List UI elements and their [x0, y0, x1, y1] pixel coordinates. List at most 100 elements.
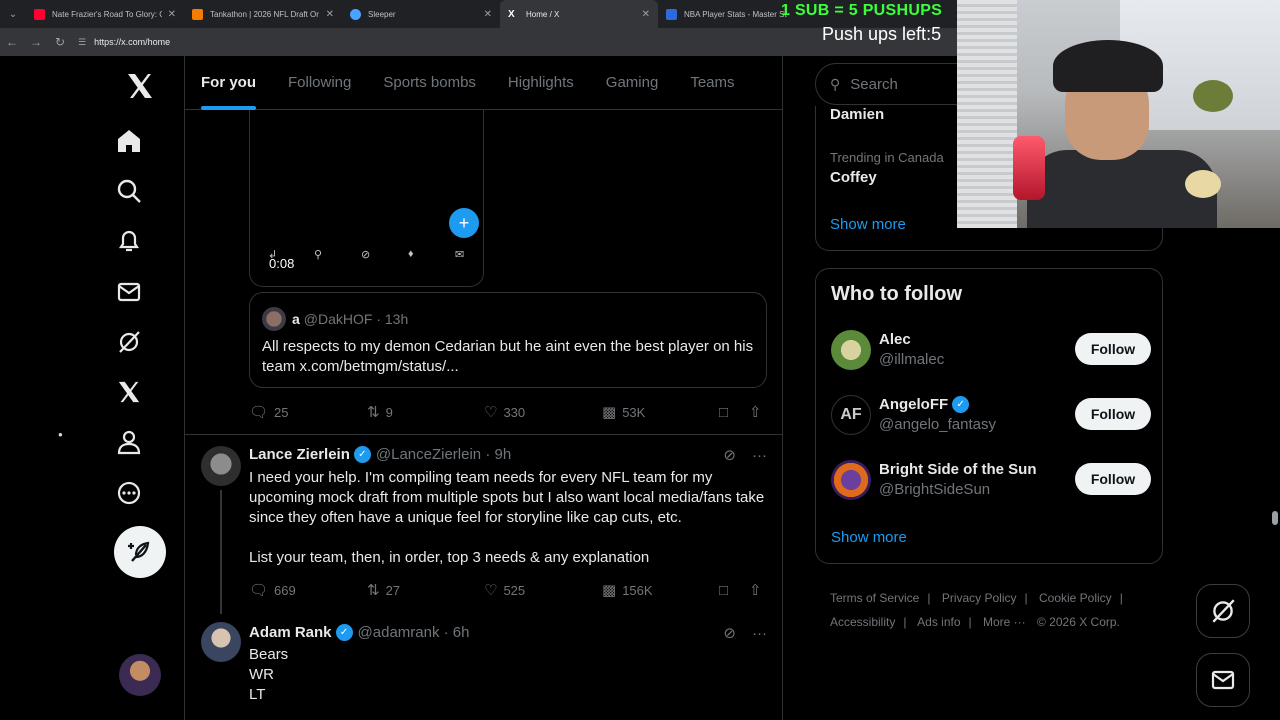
like-button[interactable]: ♡ 330: [484, 403, 525, 421]
more-circle-icon[interactable]: [114, 478, 144, 508]
post-tools: ⊘ ···: [707, 624, 767, 643]
close-tab-icon[interactable]: ✕: [642, 9, 650, 20]
author-handle[interactable]: @adamrank · 6h: [358, 624, 470, 641]
trend-item-name[interactable]: Coffey: [830, 169, 877, 186]
heart-icon: ♡: [484, 582, 498, 599]
share-button[interactable]: ⇧: [749, 581, 768, 599]
follow-button[interactable]: Follow: [1075, 463, 1151, 495]
overlay-sub-goal: 1 SUB = 5 PUSHUPS: [781, 2, 943, 19]
author-name[interactable]: Adam Rank: [249, 624, 332, 641]
tab-for-you[interactable]: For you: [201, 56, 256, 110]
site-info-icon[interactable]: ☰: [78, 37, 86, 48]
repost-count: 27: [385, 582, 401, 598]
forward-icon[interactable]: →: [24, 28, 48, 56]
footer-link-terms[interactable]: Terms of Service: [830, 591, 919, 605]
grok-icon[interactable]: ⊘: [723, 446, 736, 464]
reply-button[interactable]: 🗨 669: [249, 581, 296, 599]
author-handle[interactable]: @LanceZierlein · 9h: [376, 446, 511, 463]
tab-sports-bombs[interactable]: Sports bombs: [383, 56, 476, 110]
repost-button[interactable]: ⇅ 9: [367, 403, 393, 421]
follow-suggestion[interactable]: Bright Side of the Sun @BrightSideSun Fo…: [831, 459, 1151, 503]
avatar[interactable]: [201, 622, 241, 662]
tab-gaming[interactable]: Gaming: [606, 56, 659, 110]
follow-suggestion[interactable]: Alec @illmalec Follow: [831, 329, 1151, 373]
close-tab-icon[interactable]: ✕: [168, 9, 176, 20]
like-button[interactable]: ♡ 525: [484, 581, 525, 599]
more-options-icon[interactable]: ···: [752, 447, 767, 464]
close-tab-icon[interactable]: ✕: [484, 9, 492, 20]
explore-search-icon[interactable]: [114, 176, 144, 206]
views-button[interactable]: ▩ 156K: [602, 581, 653, 599]
view-count: 156K: [622, 582, 653, 598]
quoted-post[interactable]: a @DakHOF · 13h All respects to my demon…: [249, 292, 767, 388]
premium-x-icon[interactable]: [114, 377, 144, 407]
back-icon[interactable]: ←: [0, 28, 24, 56]
browser-tab[interactable]: Tankathon | 2026 NFL Draft Or ✕: [184, 0, 342, 28]
trends-show-more-link[interactable]: Show more: [830, 216, 906, 233]
follow-suggestion[interactable]: AF AngeloFF ✓ @angelo_fantasy Follow: [831, 394, 1151, 438]
grok-icon: ⊘: [361, 249, 371, 261]
avatar: [262, 307, 286, 331]
webcam-person-cap: [1053, 40, 1163, 92]
post-header: Lance Zierlein ✓ @LanceZierlein · 9h: [249, 446, 511, 463]
suggestion-handle: @angelo_fantasy: [879, 416, 996, 433]
who-to-follow-show-more-link[interactable]: Show more: [831, 529, 907, 546]
repost-button[interactable]: ⇅ 27: [367, 581, 400, 599]
grok-icon[interactable]: [114, 327, 144, 357]
browser-tab[interactable]: Nate Frazier's Road To Glory: G ✕: [26, 0, 184, 28]
reply-count: 669: [274, 582, 296, 598]
x-logo-icon[interactable]: [124, 70, 156, 102]
plus-fab-icon: +: [449, 208, 479, 238]
home-icon[interactable]: [114, 126, 144, 156]
grok-float-button[interactable]: [1196, 584, 1250, 638]
reload-icon[interactable]: ↻: [48, 28, 72, 56]
view-count: 53K: [622, 404, 646, 420]
close-tab-icon[interactable]: ✕: [326, 9, 334, 20]
footer-link-privacy[interactable]: Privacy Policy: [942, 591, 1017, 605]
post[interactable]: Adam Rank ✓ @adamrank · 6h ⊘ ··· Bears W…: [185, 612, 782, 720]
quill-plus-icon: [128, 541, 150, 562]
mail-icon: ✉: [455, 249, 465, 261]
overlay-pushups-left: Push ups left:5: [822, 24, 942, 44]
avatar[interactable]: [831, 460, 871, 500]
suggestion-handle: @BrightSideSun: [879, 481, 991, 498]
embedded-video[interactable]: + ↲ 0:08 ⚲ ⊘ ♦ ✉: [249, 110, 484, 287]
compose-post-button[interactable]: [114, 526, 166, 578]
follow-button[interactable]: Follow: [1075, 398, 1151, 430]
messages-envelope-icon[interactable]: [114, 277, 144, 307]
bookmark-button[interactable]: □: [719, 582, 734, 599]
messages-float-button[interactable]: [1196, 653, 1250, 707]
views-button[interactable]: ▩ 53K: [602, 403, 645, 421]
trend-item-name[interactable]: Damien: [830, 106, 884, 123]
profile-icon[interactable]: [114, 427, 144, 457]
reply-count: 25: [274, 404, 289, 420]
avatar[interactable]: [201, 446, 241, 486]
notifications-bell-icon[interactable]: [114, 226, 144, 256]
repost-icon: ⇅: [367, 582, 380, 599]
footer-link-more[interactable]: More ···: [983, 615, 1026, 629]
tab-following[interactable]: Following: [288, 56, 351, 110]
browser-tab[interactable]: Sleeper ✕: [342, 0, 500, 28]
tab-teams[interactable]: Teams: [690, 56, 734, 110]
account-avatar[interactable]: [119, 654, 161, 696]
grok-icon[interactable]: ⊘: [723, 624, 736, 642]
post-actions: 🗨 669 ⇅ 27 ♡ 525 ▩ 156K □ ⇧: [249, 580, 767, 600]
footer-link-accessibility[interactable]: Accessibility: [830, 615, 895, 629]
follow-button[interactable]: Follow: [1075, 333, 1151, 365]
footer-link-ads-info[interactable]: Ads info: [917, 615, 960, 629]
tab-highlights[interactable]: Highlights: [508, 56, 574, 110]
page-scrollbar[interactable]: [1272, 511, 1278, 525]
browser-tab-active[interactable]: X Home / X ✕: [500, 0, 658, 28]
more-options-icon[interactable]: ···: [752, 625, 767, 642]
reply-button[interactable]: 🗨 25: [249, 403, 289, 421]
bookmark-button[interactable]: □: [719, 404, 734, 421]
avatar[interactable]: [831, 330, 871, 370]
footer-link-cookie[interactable]: Cookie Policy: [1039, 591, 1112, 605]
avatar[interactable]: AF: [831, 395, 871, 435]
views-chart-icon: ▩: [602, 404, 617, 421]
tab-search-icon[interactable]: ⌄: [0, 0, 26, 28]
author-name[interactable]: Lance Zierlein: [249, 446, 350, 463]
url-field[interactable]: ☰ https://x.com/home: [78, 37, 170, 48]
share-button[interactable]: ⇧: [749, 403, 768, 421]
suggestion-name: Bright Side of the Sun: [879, 461, 1037, 478]
